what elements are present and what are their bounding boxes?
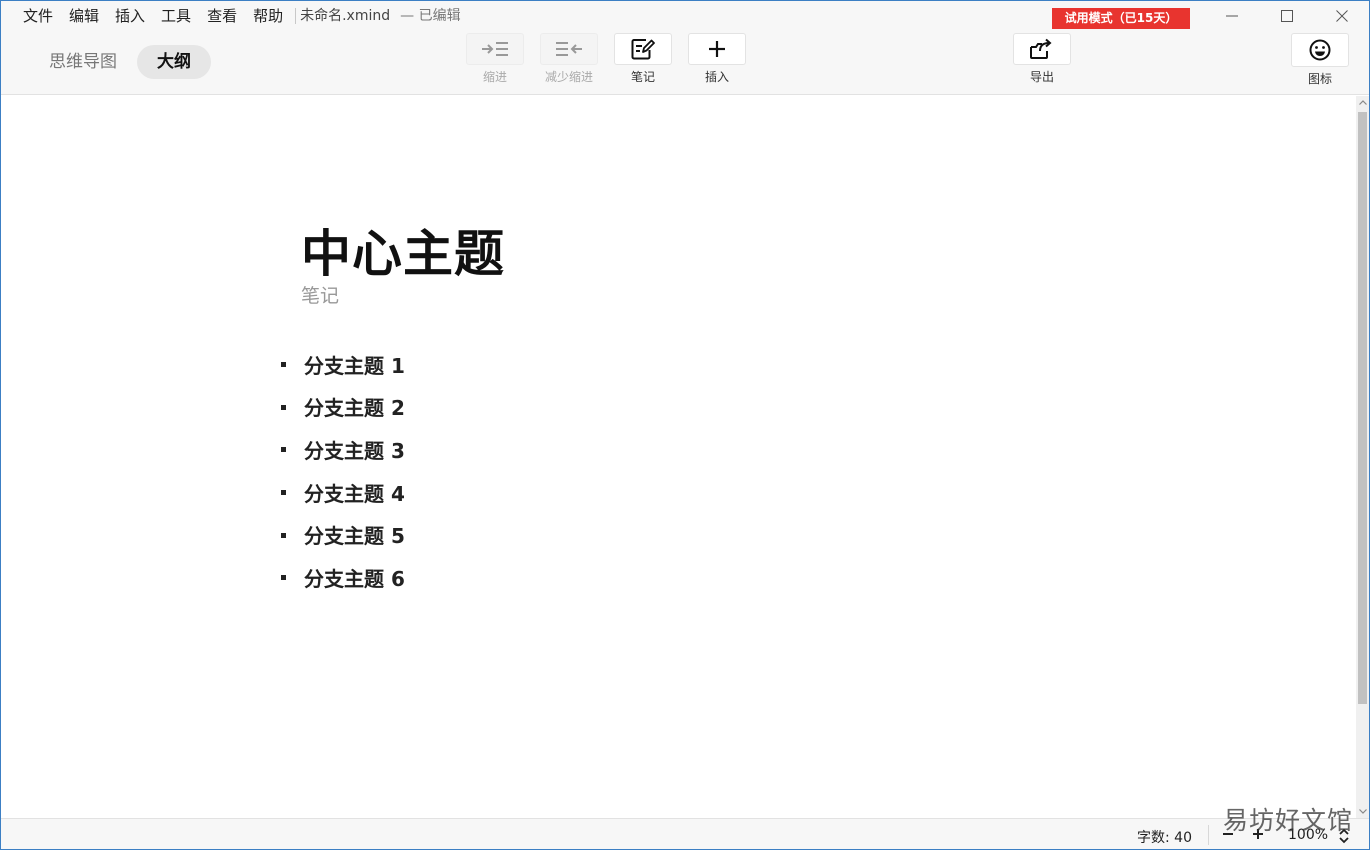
branch-topic-label[interactable]: 分支主题 2 <box>304 392 405 421</box>
indent-label: 缩进 <box>482 70 507 84</box>
insert-label: 插入 <box>704 70 729 84</box>
branch-list: 分支主题 1 分支主题 2 分支主题 3 分支主题 4 分支主题 5 分支主题 … <box>281 343 405 599</box>
menu-tools[interactable]: 工具 <box>153 5 199 27</box>
status-bar: 字数: 40 100% <box>1 818 1369 849</box>
menu-edit[interactable]: 编辑 <box>61 5 107 27</box>
menu-view[interactable]: 查看 <box>199 5 245 27</box>
insert-button[interactable]: 插入 <box>687 33 747 84</box>
bullet-icon <box>281 490 286 496</box>
bullet-icon <box>281 362 286 368</box>
close-icon <box>1336 10 1348 22</box>
tab-outline[interactable]: 大纲 <box>137 45 211 79</box>
list-item[interactable]: 分支主题 4 <box>281 471 405 514</box>
outdent-icon <box>556 42 582 56</box>
maximize-button[interactable] <box>1259 3 1315 29</box>
central-topic-note[interactable]: 笔记 <box>301 284 339 308</box>
branch-topic-label[interactable]: 分支主题 4 <box>304 478 405 507</box>
icons-label: 图标 <box>1307 72 1332 86</box>
indent-button[interactable]: 缩进 <box>465 33 525 84</box>
branch-topic-label[interactable]: 分支主题 3 <box>304 435 405 464</box>
indent-button-box <box>466 33 524 65</box>
outdent-button[interactable]: 减少缩进 <box>539 33 599 84</box>
tab-mindmap[interactable]: 思维导图 <box>29 45 137 79</box>
note-edit-icon <box>631 39 655 60</box>
list-item[interactable]: 分支主题 5 <box>281 513 405 556</box>
note-label: 笔记 <box>630 70 655 84</box>
maximize-icon <box>1281 10 1293 22</box>
export-label: 导出 <box>1029 70 1054 84</box>
watermark: 易坊好文馆 <box>1223 806 1354 835</box>
view-switch: 思维导图 大纲 <box>29 45 211 79</box>
branch-topic-label[interactable]: 分支主题 6 <box>304 563 405 592</box>
top-chrome: 文件 编辑 插入 工具 查看 帮助 未命名.xmind — 已编辑 试用模式（已… <box>1 1 1369 95</box>
smiley-icon <box>1309 39 1331 61</box>
note-button[interactable]: 笔记 <box>613 33 673 84</box>
vertical-scrollbar[interactable] <box>1356 96 1369 818</box>
outline-canvas[interactable]: 中心主题 笔记 分支主题 1 分支主题 2 分支主题 3 分支主题 4 分支主题… <box>1 96 1356 818</box>
menu-file[interactable]: 文件 <box>15 5 61 27</box>
list-item[interactable]: 分支主题 1 <box>281 343 405 386</box>
branch-topic-label[interactable]: 分支主题 1 <box>304 350 405 379</box>
menu-divider <box>295 8 297 24</box>
list-item[interactable]: 分支主题 3 <box>281 428 405 471</box>
list-item[interactable]: 分支主题 6 <box>281 556 405 599</box>
bullet-icon <box>281 532 286 538</box>
scrollbar-thumb[interactable] <box>1358 112 1367 704</box>
outdent-label: 减少缩进 <box>544 70 593 84</box>
document-title: 未命名.xmind <box>300 8 391 24</box>
bullet-icon <box>281 575 286 581</box>
minimize-button[interactable] <box>1204 3 1260 29</box>
minimize-icon <box>1226 15 1238 17</box>
insert-button-box <box>688 33 746 65</box>
list-item[interactable]: 分支主题 2 <box>281 386 405 429</box>
plus-icon <box>709 41 725 57</box>
export-icon <box>1030 38 1052 59</box>
note-button-box <box>614 33 672 65</box>
trial-mode-badge[interactable]: 试用模式（已15天） <box>1052 8 1190 29</box>
icons-button[interactable]: 图标 <box>1290 33 1350 86</box>
indent-icon <box>482 42 508 56</box>
document-state: — 已编辑 <box>400 8 461 24</box>
export-button[interactable]: 导出 <box>1012 33 1072 84</box>
word-count: 字数: 40 <box>1137 830 1192 846</box>
status-divider <box>1208 825 1209 845</box>
export-button-box <box>1013 33 1071 65</box>
central-topic[interactable]: 中心主题 <box>301 224 505 284</box>
menu-insert[interactable]: 插入 <box>107 5 153 27</box>
bullet-icon <box>281 447 286 453</box>
bullet-icon <box>281 404 286 410</box>
branch-topic-label[interactable]: 分支主题 5 <box>304 520 405 549</box>
close-button[interactable] <box>1314 3 1370 29</box>
menubar: 文件 编辑 插入 工具 查看 帮助 未命名.xmind — 已编辑 <box>15 5 461 27</box>
icons-button-box <box>1291 33 1349 67</box>
scroll-down-icon[interactable] <box>1358 807 1367 816</box>
scroll-up-icon[interactable] <box>1358 98 1367 107</box>
outdent-button-box <box>540 33 598 65</box>
menu-help[interactable]: 帮助 <box>245 5 291 27</box>
app-window: 文件 编辑 插入 工具 查看 帮助 未命名.xmind — 已编辑 试用模式（已… <box>0 0 1370 850</box>
